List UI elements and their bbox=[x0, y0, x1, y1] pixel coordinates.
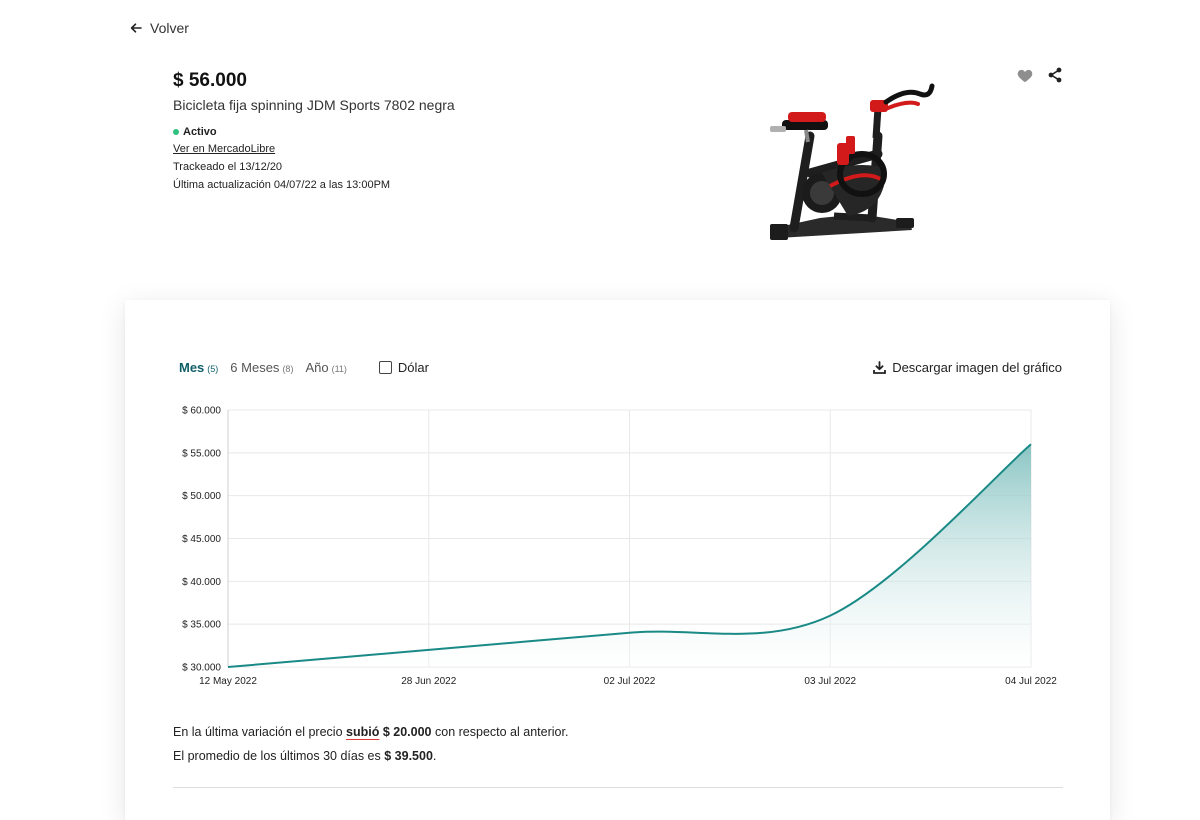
product-price: $ 56.000 bbox=[173, 70, 247, 91]
product-image bbox=[770, 83, 935, 240]
product-title: Bicicleta fija spinning JDM Sports 7802 … bbox=[173, 97, 455, 113]
variation-prefix: En la última variación el precio bbox=[173, 725, 343, 739]
variation-suffix: con respecto al anterior. bbox=[435, 725, 569, 739]
y-tick-label: $ 30.000 bbox=[182, 663, 221, 674]
y-axis-labels: $ 60.000 $ 55.000 $ 50.000 $ 45.000 $ 40.000… bbox=[182, 406, 221, 674]
y-tick-label: $ 35.000 bbox=[182, 620, 221, 631]
status-dot-icon bbox=[173, 129, 179, 135]
x-tick-label: 02 Jul 2022 bbox=[604, 676, 656, 687]
y-tick-label: $ 55.000 bbox=[182, 448, 221, 459]
average-prefix: El promedio de los últimos 30 días es bbox=[173, 749, 381, 763]
share-icon bbox=[1048, 67, 1062, 83]
tracked-date: Trackeado el 13/12/20 bbox=[173, 161, 283, 173]
y-tick-label: $ 50.000 bbox=[182, 491, 221, 502]
price-history-chart: $ 60.000 $ 55.000 $ 50.000 $ 45.000 $ 40.000… bbox=[182, 406, 1057, 688]
last-updated: Última actualización 04/07/22 a las 13:0… bbox=[173, 179, 391, 191]
average-amount: $ 39.500 bbox=[384, 749, 433, 763]
average-line: El promedio de los últimos 30 días es $ … bbox=[173, 749, 568, 763]
arrow-left-icon bbox=[130, 23, 142, 33]
status-label: Activo bbox=[183, 126, 217, 138]
variation-amount: $ 20.000 bbox=[382, 725, 432, 739]
back-label: Volver bbox=[150, 20, 189, 36]
product-actions bbox=[1016, 66, 1064, 84]
x-tick-label: 03 Jul 2022 bbox=[804, 676, 856, 687]
y-tick-label: $ 45.000 bbox=[182, 534, 221, 545]
mercadolibre-link[interactable]: Ver en MercadoLibre bbox=[173, 143, 733, 155]
product-info: $ 56.000 Bicicleta fija spinning JDM Spo… bbox=[173, 70, 733, 197]
variation-line: En la última variación el precio subió $… bbox=[173, 725, 568, 739]
heart-icon bbox=[1017, 69, 1033, 82]
average-suffix: . bbox=[432, 749, 437, 763]
x-tick-label: 04 Jul 2022 bbox=[1005, 676, 1057, 687]
x-tick-label: 12 May 2022 bbox=[199, 676, 257, 687]
back-link[interactable]: Volver bbox=[130, 20, 189, 36]
variation-direction: subió bbox=[346, 725, 380, 739]
divider bbox=[173, 787, 1063, 788]
favorite-button[interactable] bbox=[1016, 66, 1034, 84]
y-tick-label: $ 40.000 bbox=[182, 577, 221, 588]
share-button[interactable] bbox=[1046, 66, 1064, 84]
y-tick-label: $ 60.000 bbox=[182, 406, 221, 417]
x-axis-labels: 12 May 2022 28 Jun 2022 02 Jul 2022 03 Jul … bbox=[199, 676, 1057, 687]
x-tick-label: 28 Jun 2022 bbox=[401, 676, 456, 687]
chart-card: Mes (5) 6 Meses (8) Año (11) Dólar Desca… bbox=[125, 300, 1110, 820]
status-badge: Activo bbox=[173, 126, 733, 138]
price-summary: En la última variación el precio subió $… bbox=[173, 725, 568, 773]
